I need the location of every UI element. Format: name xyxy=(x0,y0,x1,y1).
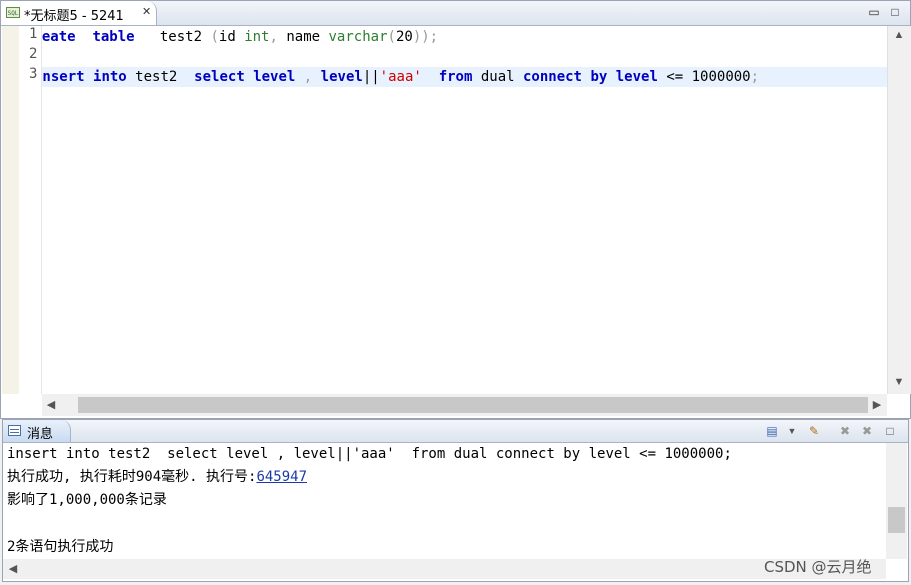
remove-all-icon[interactable]: ✖ xyxy=(859,423,875,439)
watermark: CSDN @云月绝 xyxy=(764,558,872,576)
messages-horizontal-scrollbar[interactable]: ◀ xyxy=(3,559,886,579)
maximize-icon[interactable]: □ xyxy=(888,5,902,19)
exec-id-link[interactable]: 645947 xyxy=(256,469,307,485)
remove-icon[interactable]: ✖ xyxy=(837,423,853,439)
code-token: , xyxy=(303,69,313,85)
code-token: select xyxy=(194,69,245,85)
close-tab-icon[interactable]: ✕ xyxy=(142,5,151,18)
code-token: ( xyxy=(210,29,219,45)
code-token: insert xyxy=(42,69,85,85)
code-token: name xyxy=(277,29,329,45)
code-token: level xyxy=(615,69,658,85)
line-number: 3 xyxy=(29,66,38,82)
messages-tabbar: 消息 ▤ ▼ ✎ ✖ ✖ □ xyxy=(3,420,908,443)
code-token: create xyxy=(42,29,76,45)
messages-tab-label: 消息 xyxy=(27,427,54,442)
code-token: table xyxy=(92,29,135,45)
code-token: by xyxy=(590,69,608,85)
view-menu-icon[interactable]: ▤ xyxy=(764,423,780,439)
message-icon xyxy=(8,425,21,436)
maximize-panel-icon[interactable]: □ xyxy=(882,423,898,439)
code-token: int xyxy=(244,29,270,45)
message-line: 2条语句执行成功 xyxy=(7,539,114,555)
code-token: || xyxy=(362,69,380,85)
code-token: from xyxy=(438,69,473,85)
scroll-down-icon[interactable]: ▼ xyxy=(892,376,906,388)
line-number: 2 xyxy=(29,46,38,62)
message-line: insert into test2 select level , level||… xyxy=(7,446,732,462)
sql-editor-panel: SQL *无标题5 - 5241 ✕ ▭ □ 1 2 3 create tabl… xyxy=(0,0,911,419)
code-token: )); xyxy=(412,29,439,45)
code-line-1[interactable]: create table test2 (id int, name varchar… xyxy=(42,27,438,47)
code-token: , xyxy=(269,29,278,45)
code-token: into xyxy=(93,69,127,85)
scroll-left-icon[interactable]: ◀ xyxy=(6,562,20,575)
code-token: varchar xyxy=(328,29,388,45)
code-token: 'aaa' xyxy=(379,69,422,85)
exec-status-text: 执行成功, 执行耗时904毫秒. 执行号: xyxy=(7,469,257,485)
message-line: 影响了1,000,000条记录 xyxy=(7,492,167,508)
code-token: dual xyxy=(472,69,523,85)
code-token: level xyxy=(253,69,296,85)
line-number-ruler: 1 2 3 xyxy=(19,26,42,394)
line-number: 1 xyxy=(29,26,38,42)
code-line-3[interactable]: insert into test2 select level , level||… xyxy=(42,67,887,87)
code-token: id xyxy=(218,29,245,45)
sql-file-icon: SQL xyxy=(6,7,20,18)
code-token: <= 1000000 xyxy=(657,69,751,85)
code-token: test2 xyxy=(126,69,195,85)
messages-vertical-scrollbar[interactable] xyxy=(886,443,907,559)
scroll-left-icon[interactable]: ◀ xyxy=(44,398,58,411)
clear-console-icon[interactable]: ✎ xyxy=(806,423,822,439)
code-editor[interactable]: create table test2 (id int, name varchar… xyxy=(42,26,887,394)
editor-vertical-scrollbar[interactable]: ▲ ▼ xyxy=(887,26,911,394)
editor-tab-title: *无标题5 - 5241 xyxy=(24,9,124,24)
editor-tab[interactable]: SQL *无标题5 - 5241 ✕ xyxy=(1,1,157,25)
messages-output[interactable]: insert into test2 select level , level||… xyxy=(3,443,886,559)
code-token: test2 xyxy=(134,29,211,45)
code-token: 20 xyxy=(395,29,413,45)
scroll-up-icon[interactable]: ▲ xyxy=(892,29,906,41)
tab-messages[interactable]: 消息 xyxy=(3,420,71,442)
code-token: level xyxy=(320,69,363,85)
code-token: ; xyxy=(750,69,760,85)
horizontal-scroll-thumb[interactable] xyxy=(78,397,868,413)
vertical-scroll-thumb[interactable] xyxy=(888,507,905,533)
code-token: ( xyxy=(387,29,396,45)
minimize-icon[interactable]: ▭ xyxy=(867,5,881,19)
editor-horizontal-scrollbar[interactable]: ◀ ▶ xyxy=(42,394,887,416)
editor-tabbar: SQL *无标题5 - 5241 ✕ ▭ □ xyxy=(1,1,910,26)
editor-gutter xyxy=(2,26,20,394)
code-token: connect xyxy=(522,69,582,85)
scroll-right-icon[interactable]: ▶ xyxy=(870,398,884,411)
message-line: 执行成功, 执行耗时904毫秒. 执行号:645947 xyxy=(7,466,307,488)
dropdown-arrow-icon[interactable]: ▼ xyxy=(784,423,800,439)
